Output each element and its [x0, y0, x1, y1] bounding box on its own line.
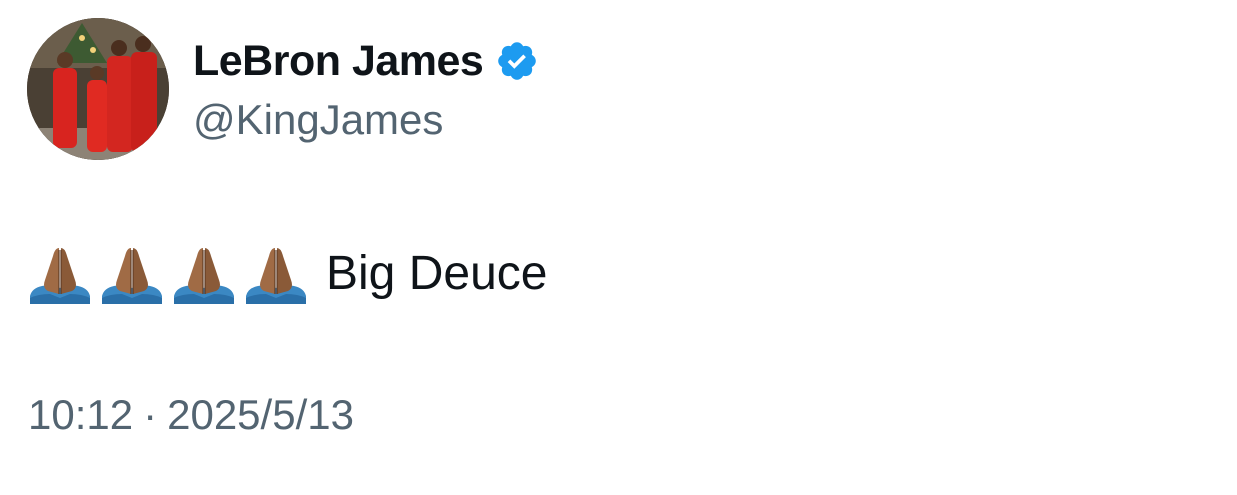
folded-hands-emoji-icon [246, 248, 306, 304]
emoji-row [28, 244, 308, 306]
folded-hands-emoji-icon [174, 248, 234, 304]
timestamp-separator: · [143, 391, 158, 438]
avatar-image [27, 18, 169, 160]
avatar[interactable] [27, 18, 169, 160]
author-handle[interactable]: @KingJames [193, 94, 443, 146]
tweet-timestamp[interactable]: 10:12 · 2025/5/13 [28, 389, 354, 441]
tweet-text: Big Deuce [326, 247, 548, 300]
folded-hands-emoji-icon [30, 248, 90, 304]
folded-hands-emoji-icon [102, 248, 162, 304]
tweet-body: Big Deuce [28, 244, 547, 306]
author-display-name[interactable]: LeBron James [193, 35, 539, 87]
display-name-text: LeBron James [193, 37, 484, 85]
tweet-date: 2025/5/13 [167, 391, 354, 438]
tweet-time: 10:12 [28, 391, 134, 438]
verified-badge-icon [498, 42, 537, 80]
